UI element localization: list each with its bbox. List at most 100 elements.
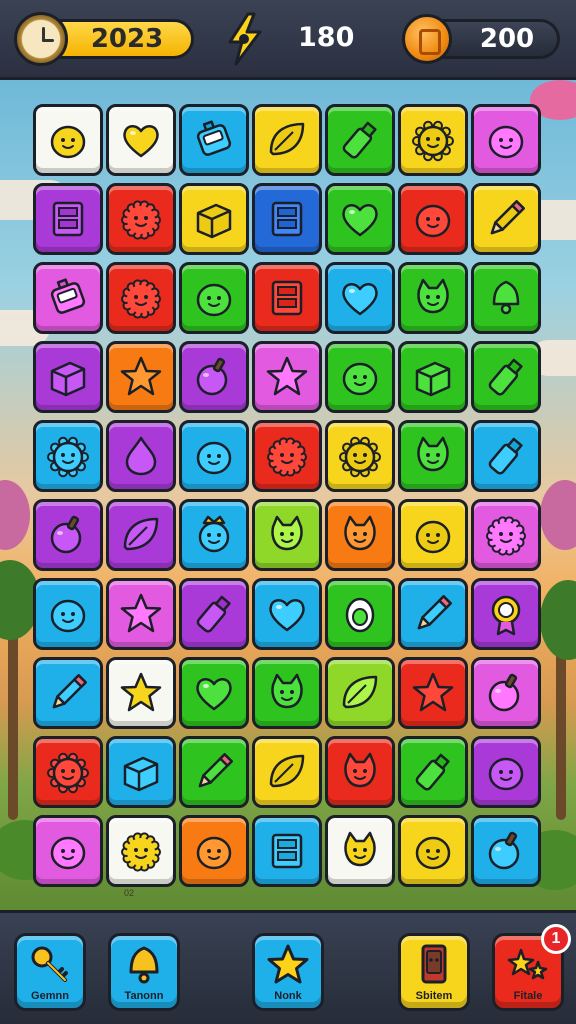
board-tile[interactable] bbox=[106, 341, 176, 413]
bell-button-label: Tanonn bbox=[124, 990, 164, 1002]
board-tile[interactable] bbox=[471, 183, 541, 255]
board-tile[interactable] bbox=[106, 736, 176, 808]
blob-face-icon bbox=[488, 125, 524, 159]
board-tile[interactable] bbox=[471, 815, 541, 887]
heart-icon bbox=[269, 599, 305, 632]
board-tile[interactable] bbox=[33, 736, 103, 808]
board-tile[interactable] bbox=[106, 262, 176, 334]
board-tile[interactable] bbox=[33, 420, 103, 492]
board-tile[interactable] bbox=[398, 341, 468, 413]
blob-face-icon bbox=[415, 204, 451, 238]
board-tile[interactable] bbox=[252, 262, 322, 334]
board-tile[interactable] bbox=[106, 815, 176, 887]
board-tile[interactable] bbox=[471, 657, 541, 729]
board-tile[interactable] bbox=[179, 420, 249, 492]
board-tile[interactable] bbox=[325, 499, 395, 571]
board-tile[interactable] bbox=[179, 657, 249, 729]
board-tile[interactable] bbox=[325, 183, 395, 255]
board-tile[interactable] bbox=[106, 420, 176, 492]
clock-icon[interactable] bbox=[14, 12, 68, 66]
star-button[interactable]: Nonk bbox=[252, 933, 324, 1011]
card-button[interactable]: Sbitem bbox=[398, 933, 470, 1011]
bell-button[interactable]: Tanonn bbox=[108, 933, 180, 1011]
coin-icon bbox=[402, 14, 452, 64]
board-tile[interactable] bbox=[33, 657, 103, 729]
board-tile[interactable] bbox=[33, 499, 103, 571]
board-tile[interactable] bbox=[106, 183, 176, 255]
board-tile[interactable] bbox=[33, 104, 103, 176]
apple-icon bbox=[488, 831, 520, 870]
cat-face-icon bbox=[271, 515, 303, 551]
board-tile[interactable] bbox=[106, 578, 176, 650]
board-tile[interactable] bbox=[398, 815, 468, 887]
board-tile[interactable] bbox=[33, 262, 103, 334]
crown-face-icon bbox=[198, 515, 230, 553]
board-tile[interactable] bbox=[252, 736, 322, 808]
board-tile[interactable] bbox=[179, 815, 249, 887]
book-icon bbox=[271, 833, 303, 869]
board-tile[interactable] bbox=[325, 341, 395, 413]
board-tile[interactable] bbox=[471, 420, 541, 492]
board-tile[interactable] bbox=[398, 104, 468, 176]
board-tile[interactable] bbox=[33, 815, 103, 887]
blob-face-icon bbox=[50, 836, 86, 870]
board-tile[interactable] bbox=[325, 736, 395, 808]
fuzzy-face-icon bbox=[121, 279, 161, 319]
board-tile[interactable] bbox=[471, 262, 541, 334]
board-tile[interactable] bbox=[179, 499, 249, 571]
board-tile[interactable] bbox=[398, 657, 468, 729]
bell-icon bbox=[129, 946, 159, 984]
board-tile[interactable] bbox=[325, 104, 395, 176]
board-tile[interactable] bbox=[179, 262, 249, 334]
board-tile[interactable] bbox=[471, 104, 541, 176]
pencil-icon bbox=[417, 595, 452, 630]
board-tile[interactable] bbox=[179, 183, 249, 255]
board-tile[interactable] bbox=[398, 578, 468, 650]
top-hud: 2023 180 200 bbox=[0, 0, 576, 80]
board-tile[interactable] bbox=[398, 420, 468, 492]
board-tile[interactable] bbox=[252, 420, 322, 492]
board-tile[interactable] bbox=[179, 104, 249, 176]
board-tile[interactable] bbox=[398, 262, 468, 334]
board-tile[interactable] bbox=[471, 341, 541, 413]
board-tile[interactable] bbox=[252, 341, 322, 413]
board-tile[interactable] bbox=[252, 578, 322, 650]
board-tile[interactable] bbox=[325, 657, 395, 729]
star-icon bbox=[120, 593, 162, 633]
key-button[interactable]: Gemnn bbox=[14, 933, 86, 1011]
board-tile[interactable] bbox=[106, 104, 176, 176]
sparkle-button[interactable]: Fitale 1 bbox=[492, 924, 571, 1011]
board-tile[interactable] bbox=[471, 578, 541, 650]
blob-face-icon bbox=[342, 362, 378, 396]
board-tile[interactable] bbox=[33, 341, 103, 413]
board-tile[interactable] bbox=[33, 578, 103, 650]
board-tile[interactable] bbox=[106, 499, 176, 571]
board-tile[interactable] bbox=[471, 499, 541, 571]
bottle-icon bbox=[415, 753, 450, 791]
board-tile[interactable] bbox=[325, 578, 395, 650]
board-tile[interactable] bbox=[252, 499, 322, 571]
board-tile[interactable] bbox=[179, 578, 249, 650]
board-tile[interactable] bbox=[252, 183, 322, 255]
blob-face-icon bbox=[488, 757, 524, 791]
board-tile[interactable] bbox=[325, 420, 395, 492]
egg-icon bbox=[345, 597, 375, 633]
board-tile[interactable] bbox=[325, 815, 395, 887]
board-tile[interactable] bbox=[252, 657, 322, 729]
board-tile[interactable] bbox=[252, 104, 322, 176]
board-tile[interactable] bbox=[398, 183, 468, 255]
bottom-bar: Gemnn Tanonn Nonk Sbitem Fitale 1 bbox=[0, 910, 576, 1024]
board-tile[interactable] bbox=[398, 499, 468, 571]
board-tile[interactable] bbox=[33, 183, 103, 255]
board-tile[interactable] bbox=[471, 736, 541, 808]
board-tile[interactable] bbox=[179, 736, 249, 808]
apple-icon bbox=[50, 515, 82, 554]
board-tile[interactable] bbox=[179, 341, 249, 413]
blob-face-icon bbox=[50, 599, 86, 633]
board-tile[interactable] bbox=[252, 815, 322, 887]
board-tile[interactable] bbox=[325, 262, 395, 334]
board-tile[interactable] bbox=[398, 736, 468, 808]
board-tile[interactable] bbox=[106, 657, 176, 729]
sun-face-icon bbox=[47, 752, 89, 794]
box-icon bbox=[196, 203, 232, 239]
